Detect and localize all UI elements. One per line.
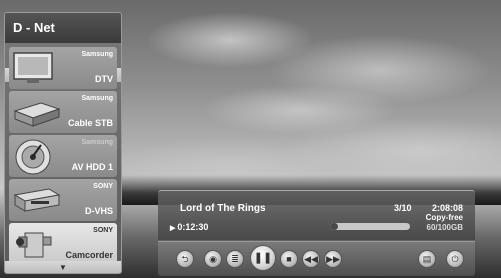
device-item-d-vhs[interactable]: SONY D-VHS [9,179,117,221]
device-brand: Samsung [81,51,113,58]
device-brand: Samsung [81,95,113,102]
sidebar-title: D - Net [5,13,121,43]
power-icon: ⏻ [451,254,459,264]
media-title: Lord of The Rings [180,203,266,214]
device-brand: Samsung [81,139,113,146]
menu-button[interactable]: ≣ [226,250,244,268]
device-brand: SONY [93,183,113,190]
info-button[interactable]: ▤ [418,250,436,268]
menu-icon: ≣ [231,254,239,264]
info-icon: ▤ [422,254,432,264]
device-name: D-VHS [84,206,113,216]
pause-icon: ❚❚ [253,252,273,264]
rewind-button[interactable]: ◀◀ [302,250,320,268]
pause-button[interactable]: ❚❚ [250,245,276,271]
hard-drive-icon [15,139,51,175]
record-button[interactable]: ◉ [204,250,222,268]
now-playing-panel: Lord of The Rings ▶ 0:12:30 3/10 2:08:08… [158,190,475,240]
device-name: Camcorder [65,250,113,260]
tv-icon [13,52,53,83]
device-brand: SONY [93,227,113,234]
device-item-av-hdd[interactable]: Samsung AV HDD 1 [9,135,117,177]
elapsed-time-value: 0:12:30 [177,222,209,232]
progress-fill [330,223,338,230]
device-sidebar: D - Net ▲ Samsung DTV Samsung Cable STB … [4,12,122,274]
camcorder-icon [16,232,52,258]
device-item-cable-stb[interactable]: Samsung Cable STB [9,91,117,133]
device-name: DTV [95,74,113,84]
storage-usage: 60/100GB [426,223,463,232]
fast-forward-button[interactable]: ▶▶ [324,250,342,268]
stop-icon: ■ [286,254,292,264]
back-button[interactable]: ⮌ [176,250,194,268]
stop-button[interactable]: ■ [280,250,298,268]
device-name: Cable STB [67,118,113,128]
scroll-down-button[interactable]: ▼ [5,261,121,273]
device-item-dtv[interactable]: Samsung DTV [9,47,117,89]
playback-controls: ⮌ ◉ ≣ ❚❚ ■ ◀◀ ▶▶ ▤ ⏻ [158,241,475,276]
device-item-camcorder[interactable]: SONY Camcorder [9,223,117,265]
elapsed-time: ▶ 0:12:30 [170,222,208,232]
track-counter: 3/10 [394,203,412,213]
rewind-icon: ◀◀ [304,254,318,264]
vcr-icon [13,188,61,212]
back-icon: ⮌ [181,254,189,264]
copy-status: Copy-free [425,213,463,222]
fast-forward-icon: ▶▶ [326,254,340,264]
settop-box-icon [13,102,61,127]
record-icon: ◉ [209,254,217,264]
power-button[interactable]: ⏻ [446,250,464,268]
total-duration: 2:08:08 [431,203,463,213]
device-name: AV HDD 1 [71,162,113,172]
playback-progress-bar[interactable] [330,223,410,230]
